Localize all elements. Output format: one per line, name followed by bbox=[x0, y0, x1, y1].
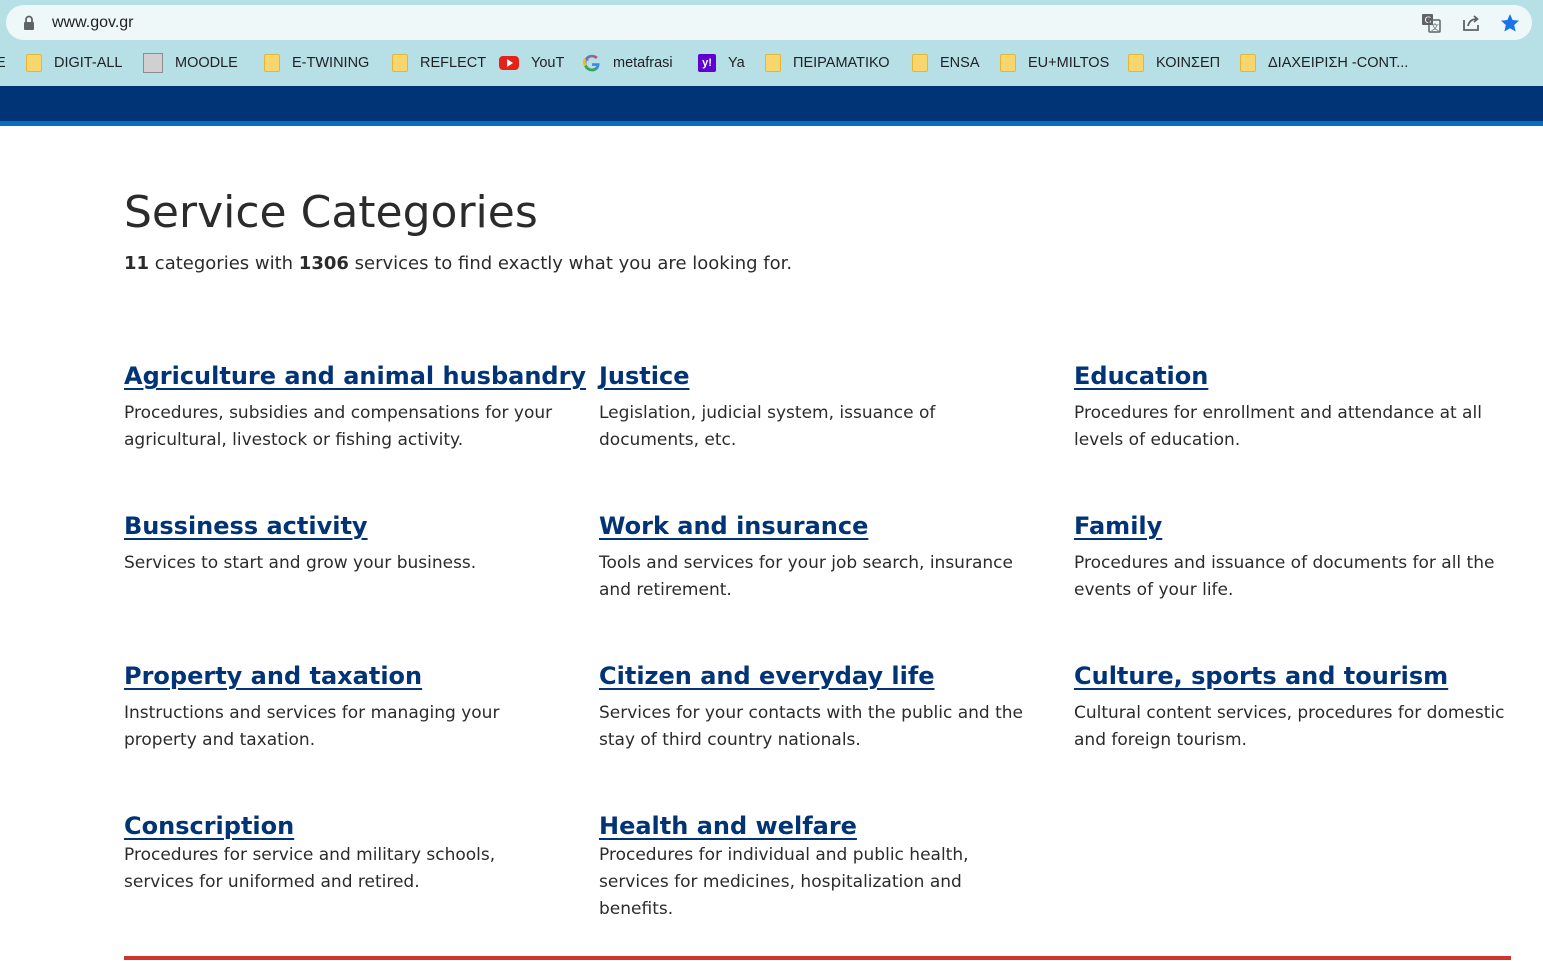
bookmark-label: ENSA bbox=[940, 55, 980, 71]
page-summary: 11 categories with 1306 services to find… bbox=[124, 251, 792, 277]
folder-icon bbox=[1240, 54, 1256, 72]
share-icon[interactable] bbox=[1460, 12, 1482, 34]
bookmarks-bar: E DIGIT-ALL MOODLE E-TWINING REFLECT You… bbox=[0, 48, 1543, 78]
category-description: Services to start and grow your business… bbox=[124, 553, 477, 573]
browser-toolbar: www.gov.gr G 文 E DIGIT-ALL MOODLE E-TWIN… bbox=[0, 0, 1543, 86]
bookmark-item[interactable]: YouT bbox=[499, 48, 564, 78]
bookmark-label: MOODLE bbox=[175, 55, 238, 71]
category-link-family[interactable]: Family bbox=[1074, 510, 1162, 542]
bookmark-label: metafrasi bbox=[613, 55, 673, 71]
bookmark-label: E bbox=[0, 55, 6, 71]
category-description: Cultural content services, procedures fo… bbox=[1074, 703, 1505, 750]
category-card: Work and insurance Tools and services fo… bbox=[599, 510, 1039, 604]
category-description: Procedures and issuance of documents for… bbox=[1074, 553, 1495, 600]
site-header-strip bbox=[0, 121, 1543, 126]
category-description: Tools and services for your job search, … bbox=[599, 553, 1013, 600]
category-link-education[interactable]: Education bbox=[1074, 360, 1208, 392]
category-card: Family Procedures and issuance of docume… bbox=[1074, 510, 1514, 604]
category-card: Education Procedures for enrollment and … bbox=[1074, 360, 1514, 454]
category-card: Culture, sports and tourism Cultural con… bbox=[1074, 660, 1514, 754]
folder-icon bbox=[912, 54, 928, 72]
category-description: Procedures for individual and public hea… bbox=[599, 845, 969, 919]
google-icon bbox=[583, 54, 600, 72]
category-link-conscription[interactable]: Conscription bbox=[124, 810, 294, 842]
category-card: Bussiness activity Services to start and… bbox=[124, 510, 564, 577]
lock-icon[interactable] bbox=[20, 14, 38, 32]
youtube-icon bbox=[499, 56, 519, 70]
folder-icon bbox=[1000, 54, 1016, 72]
moodle-icon bbox=[143, 53, 163, 73]
folder-icon bbox=[1128, 54, 1144, 72]
folder-icon bbox=[392, 54, 408, 72]
page-title: Service Categories bbox=[124, 187, 538, 238]
category-description: Instructions and services for managing y… bbox=[124, 703, 500, 750]
category-link-citizen-everyday-life[interactable]: Citizen and everyday life bbox=[599, 660, 935, 692]
bookmark-item[interactable]: DIGIT-ALL bbox=[26, 48, 123, 78]
category-card: Citizen and everyday life Services for y… bbox=[599, 660, 1039, 754]
bookmark-label: EU+MILTOS bbox=[1028, 55, 1110, 71]
category-card: Health and welfare Procedures for indivi… bbox=[599, 810, 1039, 923]
category-link-property-taxation[interactable]: Property and taxation bbox=[124, 660, 422, 692]
bookmark-item[interactable]: EU+MILTOS bbox=[1000, 48, 1109, 78]
summary-text-2: services to find exactly what you are lo… bbox=[354, 253, 793, 274]
category-count: 11 bbox=[124, 253, 150, 274]
bookmark-item[interactable]: E bbox=[0, 48, 6, 78]
bookmark-item[interactable]: ENSA bbox=[912, 48, 980, 78]
category-card: Property and taxation Instructions and s… bbox=[124, 660, 564, 754]
address-bar[interactable]: www.gov.gr G 文 bbox=[6, 5, 1532, 40]
bookmark-label: YouT bbox=[531, 55, 565, 71]
bookmark-item[interactable]: ΠΕΙΡΑΜΑΤΙΚΟ bbox=[765, 48, 890, 78]
category-link-health-welfare[interactable]: Health and welfare bbox=[599, 810, 857, 842]
bookmark-item[interactable]: ΚΟΙΝΣΕΠ bbox=[1128, 48, 1220, 78]
bookmark-item[interactable]: E-TWINING bbox=[264, 48, 369, 78]
bookmark-label: E-TWINING bbox=[292, 55, 370, 71]
folder-icon bbox=[264, 54, 280, 72]
category-link-justice[interactable]: Justice bbox=[599, 360, 690, 392]
url-text[interactable]: www.gov.gr bbox=[52, 12, 134, 34]
category-link-agriculture[interactable]: Agriculture and animal husbandry bbox=[124, 360, 586, 392]
bookmark-label: REFLECT bbox=[420, 55, 487, 71]
category-card: Conscription Procedures for service and … bbox=[124, 810, 564, 896]
category-card: Justice Legislation, judicial system, is… bbox=[599, 360, 1039, 454]
bookmark-label: Ya bbox=[728, 55, 745, 71]
bookmark-item[interactable]: REFLECT bbox=[392, 48, 486, 78]
bookmark-label: ΠΕΙΡΑΜΑΤΙΚΟ bbox=[793, 55, 890, 71]
bookmark-item[interactable]: MOODLE bbox=[143, 48, 238, 78]
translate-icon[interactable]: G 文 bbox=[1420, 12, 1442, 34]
bookmark-item[interactable]: metafrasi bbox=[583, 48, 673, 78]
folder-icon bbox=[765, 54, 781, 72]
bookmark-label: ΔΙΑΧΕΙΡΙΣΗ -CONT... bbox=[1268, 55, 1409, 71]
category-link-work-insurance[interactable]: Work and insurance bbox=[599, 510, 868, 542]
category-description: Procedures for enrollment and attendance… bbox=[1074, 403, 1482, 450]
folder-icon bbox=[26, 54, 42, 72]
star-bookmark-icon[interactable] bbox=[1499, 12, 1521, 34]
category-description: Procedures for service and military scho… bbox=[124, 845, 496, 892]
bookmark-label: DIGIT-ALL bbox=[54, 55, 123, 71]
svg-text:文: 文 bbox=[1431, 22, 1439, 32]
summary-text-1: categories with bbox=[154, 253, 294, 274]
footer-divider bbox=[124, 956, 1511, 960]
category-link-culture-sports-tourism[interactable]: Culture, sports and tourism bbox=[1074, 660, 1448, 692]
category-description: Services for your contacts with the publ… bbox=[599, 703, 1023, 750]
category-description: Legislation, judicial system, issuance o… bbox=[599, 403, 936, 450]
bookmark-item[interactable]: y! Ya bbox=[698, 48, 745, 78]
service-count: 1306 bbox=[298, 253, 349, 274]
category-description: Procedures, subsidies and compensations … bbox=[124, 403, 553, 450]
category-link-business[interactable]: Bussiness activity bbox=[124, 510, 368, 542]
bookmark-label: ΚΟΙΝΣΕΠ bbox=[1156, 55, 1221, 71]
category-card: Agriculture and animal husbandry Procedu… bbox=[124, 360, 586, 454]
site-header-band bbox=[0, 86, 1543, 121]
bookmark-item[interactable]: ΔΙΑΧΕΙΡΙΣΗ -CONT... bbox=[1240, 48, 1408, 78]
yahoo-icon: y! bbox=[698, 54, 716, 72]
